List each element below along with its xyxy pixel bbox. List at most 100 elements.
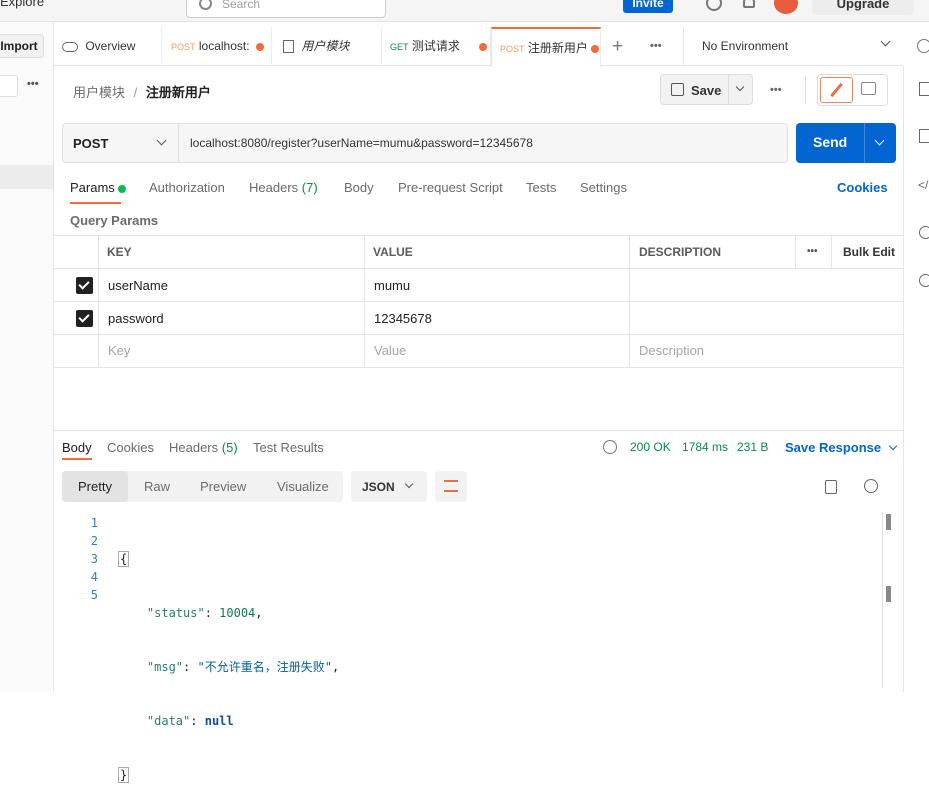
tabs-more-icon[interactable]: ••• [650, 40, 662, 52]
comment-mode-icon[interactable] [861, 82, 876, 95]
scrollbar-thumb[interactable] [886, 514, 891, 530]
response-time[interactable]: 1784 ms [682, 440, 728, 454]
param-value-cell[interactable]: mumu [374, 278, 410, 293]
param-value-cell[interactable]: 12345678 [374, 311, 432, 326]
sidebar-selected-item[interactable] [0, 165, 53, 189]
edit-mode-button[interactable] [820, 77, 853, 103]
tab-body[interactable]: Body [344, 180, 374, 195]
right-sidebar [903, 66, 929, 692]
comments-icon[interactable] [919, 129, 929, 143]
row-checkbox[interactable] [76, 277, 93, 294]
chevron-down-icon[interactable] [735, 82, 745, 92]
tab-headers[interactable]: Headers (7) [249, 180, 318, 195]
table-row: userName mumu [54, 269, 903, 301]
info-icon[interactable] [919, 226, 929, 239]
tab-prerequest-script[interactable]: Pre-request Script [398, 180, 503, 195]
url-input[interactable]: localhost:8080/register?userName=mumu&pa… [179, 124, 787, 162]
json-value-msg: "不允许重名，注册失败" [197, 660, 332, 674]
tab-authorization[interactable]: Authorization [149, 180, 225, 195]
documentation-icon[interactable] [919, 82, 929, 96]
unsaved-dot-icon [479, 42, 488, 51]
import-button[interactable]: Import [0, 34, 44, 58]
breadcrumb-parent[interactable]: 用户模块 [73, 85, 125, 100]
page-title: 注册新用户 [145, 85, 211, 100]
save-button[interactable]: Save [660, 74, 753, 105]
method-select[interactable]: POST [63, 124, 179, 162]
filter-input[interactable] [0, 75, 18, 97]
tab-user-module[interactable]: 用户模块 [273, 27, 382, 66]
table-row-empty: Key Value Description [54, 335, 903, 367]
tab-overview[interactable]: Overview [54, 27, 162, 66]
bulk-edit-button[interactable]: Bulk Edit [843, 245, 895, 259]
upgrade-label: Upgrade [836, 0, 890, 11]
environment-selector[interactable]: No Environment [683, 27, 903, 66]
code-icon[interactable]: </ [918, 178, 928, 192]
response-tab-test-results[interactable]: Test Results [253, 440, 324, 455]
search-icon[interactable] [864, 479, 878, 493]
search-input[interactable]: Search [186, 0, 386, 18]
tab-method: POST [171, 42, 196, 52]
column-header-key: KEY [107, 245, 132, 259]
key-placeholder[interactable]: Key [108, 343, 130, 358]
response-tab-body[interactable]: Body [62, 440, 92, 455]
wrap-lines-button[interactable] [435, 471, 467, 502]
response-tab-headers[interactable]: Headers (5) [169, 440, 238, 455]
json-value-status: 10004 [219, 606, 256, 620]
param-key-cell[interactable]: userName [108, 278, 168, 293]
tab-params[interactable]: Params [70, 180, 127, 195]
tab-label: 用户模块 [301, 39, 350, 53]
row-checkbox[interactable] [76, 310, 93, 327]
chevron-down-icon [880, 36, 891, 47]
view-toggle [817, 74, 888, 106]
more-actions-icon[interactable]: ••• [770, 84, 782, 96]
invite-button[interactable]: Invite [623, 0, 673, 13]
scrollbar-marker [886, 586, 891, 602]
tab-get-test[interactable]: GET 测试请求 [382, 27, 491, 66]
response-size[interactable]: 231 B [737, 440, 768, 454]
active-tab-underline [70, 202, 121, 204]
json-key-status: "status" [146, 606, 205, 620]
send-button[interactable]: Send [796, 123, 896, 163]
line-number: 2 [90, 534, 98, 548]
view-visualize-button[interactable]: Visualize [277, 479, 329, 494]
view-raw-button[interactable]: Raw [144, 479, 170, 494]
eye-icon[interactable] [917, 39, 929, 53]
description-placeholder[interactable]: Description [639, 343, 704, 358]
value-placeholder[interactable]: Value [374, 343, 406, 358]
upgrade-button[interactable]: Upgrade [812, 0, 914, 15]
table-more-icon[interactable]: ••• [807, 246, 818, 257]
line-number: 5 [90, 588, 98, 602]
chevron-down-icon [404, 479, 414, 489]
globe-icon[interactable] [603, 440, 617, 454]
view-preview-button[interactable]: Preview [200, 479, 246, 494]
param-key-cell[interactable]: password [108, 311, 164, 326]
sidebar-more-icon[interactable]: ••• [27, 78, 39, 90]
view-pretty-button[interactable]: Pretty [62, 471, 128, 502]
related-icon[interactable] [919, 274, 929, 287]
table-row: password 12345678 [54, 302, 903, 334]
folder-icon [283, 40, 294, 54]
explore-link[interactable]: Explore [0, 0, 44, 9]
tab-settings[interactable]: Settings [580, 180, 627, 195]
new-tab-plus-icon[interactable]: + [612, 36, 623, 58]
chevron-down-icon[interactable] [874, 135, 885, 146]
save-response-button[interactable]: Save Response [785, 440, 897, 455]
format-select[interactable]: JSON [351, 471, 427, 502]
status-code[interactable]: 200 OK [630, 440, 671, 454]
send-label: Send [813, 134, 848, 150]
pane-divider[interactable] [54, 430, 903, 431]
breadcrumb: 用户模块 / 注册新用户 [73, 82, 211, 101]
divider [805, 76, 806, 104]
headers-count: (7) [301, 180, 318, 195]
line-numbers: 1 2 3 4 5 [78, 514, 98, 604]
save-response-label: Save Response [785, 440, 882, 455]
tab-tests[interactable]: Tests [526, 180, 556, 195]
copy-icon[interactable] [825, 480, 837, 494]
response-tab-cookies[interactable]: Cookies [107, 440, 154, 455]
tab-post-register[interactable]: POST 注册新用户 [491, 27, 601, 67]
tab-label: 测试请求 [411, 39, 460, 53]
cookies-link[interactable]: Cookies [837, 180, 888, 195]
response-body-editor[interactable]: { "status": 10004, "msg": "不允许重名，注册失败", … [118, 514, 339, 802]
tab-post-localhost[interactable]: POST localhost: [163, 27, 272, 66]
notification-bell-icon[interactable] [743, 0, 755, 8]
